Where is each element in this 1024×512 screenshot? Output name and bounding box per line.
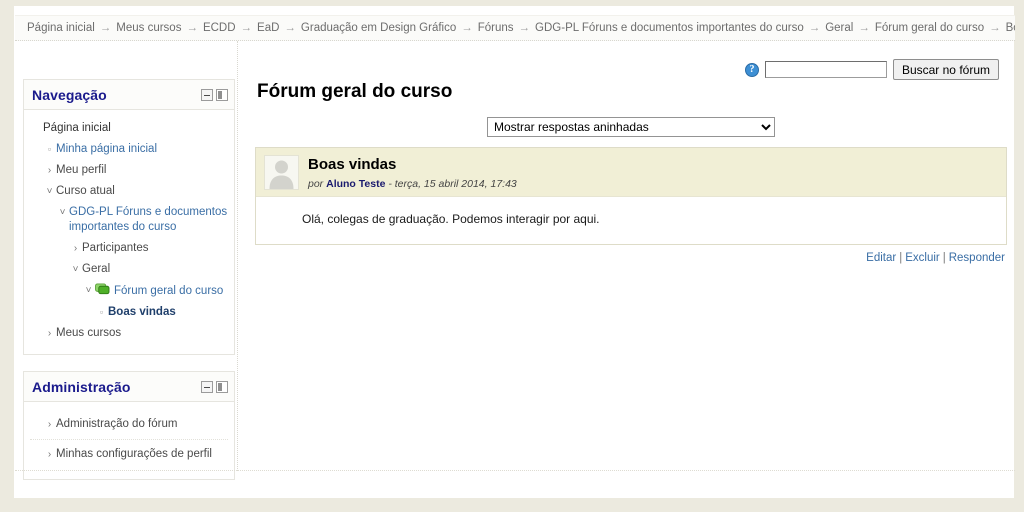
- admin-item-label[interactable]: Minhas configurações de perfil: [56, 447, 212, 462]
- display-mode-select[interactable]: Mostrar respostas aninhadas: [487, 117, 775, 137]
- post-action-excluir[interactable]: Excluir: [905, 252, 940, 264]
- chevron-down-icon[interactable]: ˅: [82, 283, 95, 298]
- chevron-right-icon[interactable]: ›: [43, 447, 56, 462]
- sidebar-item-label[interactable]: Fórum geral do curso: [95, 283, 223, 299]
- chevron-right-icon[interactable]: ›: [43, 326, 56, 341]
- admin-item-label[interactable]: Administração do fórum: [56, 417, 177, 432]
- breadcrumb-item[interactable]: GDG-PL Fóruns e documentos importantes d…: [535, 22, 804, 34]
- navigation-tree: Página inicial ▫ Minha página inicial › Meu …: [24, 110, 234, 354]
- sidebar-item-label[interactable]: Curso atual: [56, 184, 115, 199]
- administration-block-title: Administração: [32, 378, 131, 395]
- breadcrumb-separator: →: [808, 22, 821, 34]
- chevron-down-icon[interactable]: ˅: [69, 262, 82, 277]
- breadcrumb-item[interactable]: Fórum geral do curso: [875, 22, 984, 34]
- post-action-editar[interactable]: Editar: [866, 252, 896, 264]
- sidebar-item-label[interactable]: GDG-PL Fóruns e documentos importantes d…: [69, 205, 228, 235]
- sidebar-item-label[interactable]: Participantes: [82, 241, 148, 256]
- breadcrumb-separator: →: [989, 22, 1001, 34]
- forum-post-actions: Editar | Excluir | Responder: [255, 245, 1007, 264]
- user-avatar-icon[interactable]: [264, 155, 299, 190]
- sidebar-item-6[interactable]: ˅ Geral: [30, 259, 228, 280]
- breadcrumb-separator: →: [240, 22, 253, 34]
- sidebar-item-9[interactable]: › Meus cursos: [30, 323, 228, 344]
- sidebar-item-0[interactable]: Página inicial: [30, 118, 228, 139]
- breadcrumb-item[interactable]: Fóruns: [478, 22, 514, 34]
- bullet-icon: ▫: [99, 307, 104, 317]
- breadcrumb-item[interactable]: ECDD: [203, 22, 236, 34]
- navigation-block: Navegação Página inicial ▫ Minha página in…: [23, 79, 235, 355]
- column-divider: [237, 41, 238, 471]
- breadcrumb-separator: →: [284, 22, 296, 34]
- display-mode-row: Mostrar respostas aninhadas: [255, 117, 1007, 137]
- breadcrumb-separator: →: [858, 22, 870, 34]
- sidebar-item-7[interactable]: ˅ Fórum geral do curso: [30, 280, 228, 302]
- sidebar-item-label[interactable]: Meus cursos: [56, 326, 121, 341]
- breadcrumb-item: Boas vindas: [1005, 22, 1015, 34]
- administration-block: Administração › Administração do fórum › Mi…: [23, 371, 235, 480]
- action-separator: |: [899, 252, 903, 264]
- breadcrumb-item[interactable]: Graduação em Design Gráfico: [301, 22, 456, 34]
- chevron-right-icon[interactable]: ›: [69, 241, 82, 256]
- breadcrumb-item[interactable]: Geral: [825, 22, 853, 34]
- sidebar-item-label[interactable]: Geral: [82, 262, 110, 277]
- post-date: - terça, 15 abril 2014, 17:43: [388, 178, 517, 190]
- chevron-down-icon[interactable]: ˅: [43, 184, 56, 199]
- breadcrumb-separator: →: [518, 22, 531, 34]
- search-input[interactable]: [764, 61, 887, 78]
- post-author-link[interactable]: Aluno Teste: [326, 178, 385, 190]
- forum-post-body: Olá, colegas de graduação. Podemos inter…: [256, 196, 1006, 244]
- administration-block-icons: [201, 380, 228, 393]
- sidebar-item-label: Página inicial: [43, 122, 111, 134]
- post-action-responder[interactable]: Responder: [949, 252, 1005, 264]
- sidebar-item-label[interactable]: Meu perfil: [56, 163, 107, 178]
- admin-item-0[interactable]: › Administração do fórum: [30, 410, 228, 440]
- sidebar-item-label[interactable]: Minha página inicial: [56, 142, 157, 157]
- search-forum-button[interactable]: Buscar no fórum: [892, 59, 999, 80]
- navigation-block-title: Navegação: [32, 86, 107, 103]
- byline-prefix: por: [308, 178, 324, 190]
- chevron-right-icon[interactable]: ›: [43, 163, 56, 178]
- forum-post-header: Boas vindas por Aluno Teste - terça, 15 …: [256, 148, 1006, 196]
- sidebar-item-2[interactable]: › Meu perfil: [30, 160, 228, 181]
- forum-post-subject: Boas vindas: [308, 156, 397, 173]
- sidebar-item-4[interactable]: ˅ GDG-PL Fóruns e documentos importantes …: [30, 202, 228, 238]
- minus-icon[interactable]: [201, 88, 213, 101]
- minus-icon[interactable]: [201, 380, 213, 393]
- navigation-block-icons: [201, 88, 228, 101]
- navigation-block-header: Navegação: [24, 80, 234, 110]
- forum-post-heading: Boas vindas por Aluno Teste - terça, 15 …: [308, 155, 517, 190]
- page-title: Fórum geral do curso: [257, 81, 453, 102]
- forum-post-byline: por Aluno Teste - terça, 15 abril 2014, …: [308, 178, 517, 190]
- breadcrumb-separator: →: [186, 22, 198, 34]
- bullet-icon: ▫: [47, 144, 52, 154]
- action-separator: |: [942, 252, 946, 264]
- breadcrumb-item[interactable]: Página inicial: [27, 22, 95, 34]
- administration-block-header: Administração: [24, 372, 234, 402]
- dock-icon[interactable]: [216, 88, 228, 101]
- chevron-down-icon[interactable]: ˅: [56, 205, 69, 220]
- page-frame: Página inicial → Meus cursos → ECDD → EaD → Grad…: [0, 0, 1024, 512]
- forum-search-form: ? Buscar no fórum: [744, 59, 999, 80]
- chevron-right-icon[interactable]: ›: [43, 417, 56, 432]
- footer-divider: [15, 470, 1015, 471]
- sidebar-item-5[interactable]: › Participantes: [30, 238, 228, 259]
- breadcrumb-separator: →: [461, 22, 473, 34]
- dock-icon[interactable]: [216, 380, 228, 393]
- breadcrumb-separator: →: [99, 22, 112, 34]
- sidebar: Navegação Página inicial ▫ Minha página in…: [23, 79, 235, 496]
- page-content: Página inicial → Meus cursos → ECDD → EaD → Grad…: [14, 6, 1015, 498]
- admin-item-1[interactable]: › Minhas configurações de perfil: [30, 440, 228, 469]
- breadcrumb: Página inicial → Meus cursos → ECDD → EaD → Grad…: [15, 15, 1015, 41]
- administration-tree: › Administração do fórum › Minhas configura…: [24, 402, 234, 479]
- sidebar-item-3[interactable]: ˅ Curso atual: [30, 181, 228, 202]
- help-icon[interactable]: ?: [744, 62, 759, 77]
- sidebar-item-label[interactable]: Boas vindas: [108, 305, 176, 320]
- sidebar-item-1[interactable]: ▫ Minha página inicial: [30, 139, 228, 160]
- forum-post: Boas vindas por Aluno Teste - terça, 15 …: [255, 147, 1007, 245]
- breadcrumb-item[interactable]: EaD: [257, 22, 279, 34]
- breadcrumb-item[interactable]: Meus cursos: [116, 22, 181, 34]
- main-content: Fórum geral do curso Mostrar respostas a…: [255, 81, 1007, 264]
- sidebar-item-8[interactable]: ▫ Boas vindas: [30, 302, 228, 323]
